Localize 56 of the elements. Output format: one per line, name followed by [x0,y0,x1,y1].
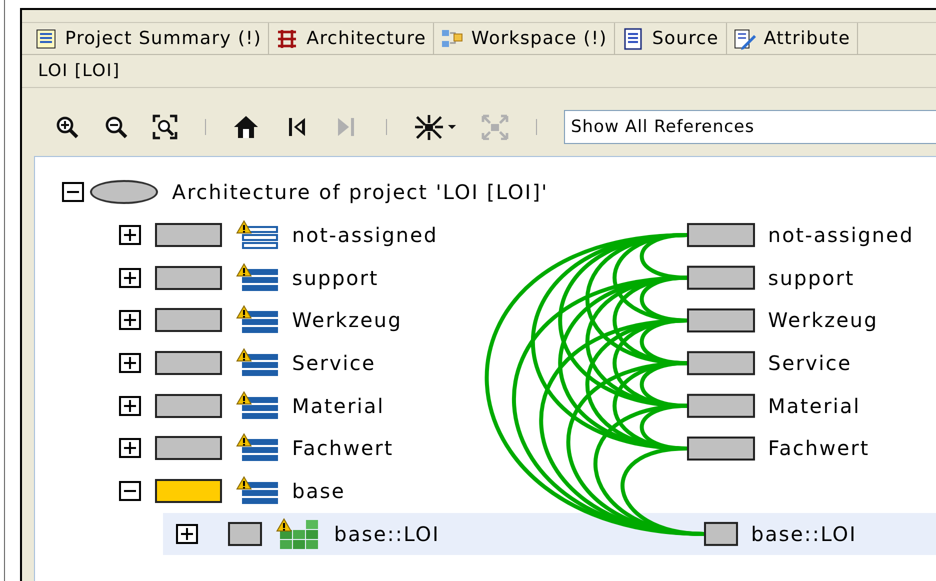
expand-toggle[interactable] [119,310,141,330]
editor-tab[interactable]: Architecture [269,23,434,54]
tree-label: Service [292,351,376,376]
graph-node [704,522,738,546]
zoom-fit-icon[interactable] [152,114,178,140]
tree-row[interactable]: Service Service [119,342,936,384]
tree-row[interactable]: base [119,470,936,512]
reference-filter-dropdown[interactable]: Show All References [564,110,936,144]
graph-label: Service [768,351,852,376]
tree-label: support [292,266,379,290]
expand-toggle[interactable] [119,438,141,458]
tree-row[interactable]: Werkzeug Werkzeug [119,299,936,342]
collapse-toggle[interactable] [62,182,84,202]
expand-toggle[interactable] [119,268,141,288]
breadcrumb: LOI [LOI] [38,61,120,81]
graph-node [687,266,755,290]
source-icon [622,28,644,50]
graph-label: Material [768,394,860,418]
tree-label: Werkzeug [292,308,402,332]
tree-label: Material [292,394,384,418]
selected-tree-row[interactable]: base::LOI base::LOI [163,512,936,556]
tree-row[interactable]: Fachwert Fachwert [119,427,936,470]
tree-label: Fachwert [292,436,394,460]
document-icon [35,28,57,50]
expand-toggle[interactable] [176,524,198,544]
tree-row[interactable]: Material Material [119,384,936,428]
editor-tab[interactable]: Project Summary (!) [28,23,270,54]
graph-label: Fachwert [768,436,870,460]
architecture-icon [276,28,298,50]
collapse-toggle[interactable] [119,481,141,502]
tree-row[interactable]: support support [119,256,936,300]
tree-label: base [292,479,346,504]
graph-label: Werkzeug [768,308,878,332]
graph-node [687,223,755,248]
zoom-out-icon[interactable] [103,114,129,140]
tree-row[interactable]: not-assigned not-assigned [119,214,936,256]
tree-label: base::LOI [334,522,440,546]
graph-node [687,394,755,418]
editor-tab[interactable]: Attribute [726,23,858,54]
graph-node [687,351,755,376]
graph-label: support [768,266,855,290]
graph-label: base::LOI [751,522,857,546]
pencil-icon [734,28,756,50]
graph-node [687,436,755,461]
workspace-icon [441,28,464,50]
expand-toggle[interactable] [119,225,141,246]
layout-icon[interactable] [414,114,458,140]
tree-label: Architecture of project 'LOI [LOI]' [172,180,548,204]
expand-toggle[interactable] [119,396,141,416]
graph-label: not-assigned [768,223,914,248]
expand-toggle[interactable] [119,353,141,374]
graph-node [687,308,755,332]
zoom-in-icon[interactable] [54,114,80,140]
tree-label: not-assigned [292,223,438,248]
editor-tab[interactable]: Source [615,23,727,54]
editor-tab[interactable]: Workspace (!) [434,23,616,54]
